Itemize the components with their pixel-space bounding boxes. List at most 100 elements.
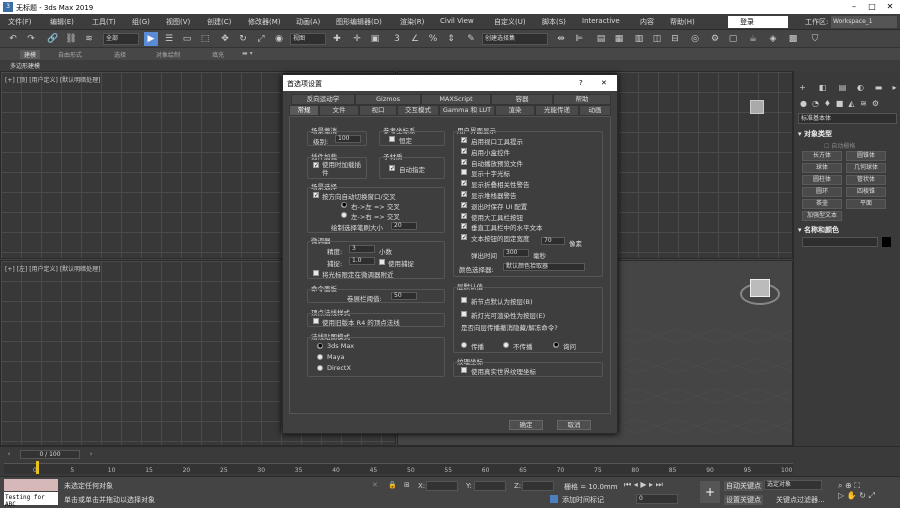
- close-icon[interactable]: ✕: [601, 79, 607, 87]
- open-explorer-icon[interactable]: ⛉: [808, 32, 822, 46]
- view-cube-icon[interactable]: [750, 279, 770, 297]
- set-key-button[interactable]: 设置关键点: [724, 495, 763, 505]
- right-left-radio[interactable]: ●: [341, 202, 347, 208]
- object-color-swatch[interactable]: [882, 237, 891, 247]
- pyramid-button[interactable]: 四棱锥: [846, 187, 886, 197]
- create-tab-icon[interactable]: +: [798, 83, 807, 92]
- ribbon-tab-selection[interactable]: 选择: [114, 50, 126, 59]
- menu-interactive[interactable]: Interactive: [582, 17, 620, 25]
- tab-radiosity[interactable]: 光能传递: [535, 105, 579, 116]
- ok-button[interactable]: 确定: [509, 420, 543, 430]
- named-selection-set[interactable]: 创建选择集: [482, 33, 548, 45]
- menu-file[interactable]: 文件(F): [8, 17, 32, 27]
- link-icon[interactable]: 🔗: [46, 32, 60, 46]
- ask-radio[interactable]: ●: [553, 342, 559, 348]
- transform-type-in-icon[interactable]: ⊞: [404, 481, 410, 489]
- login-dropdown[interactable]: 登录: [728, 16, 788, 28]
- tab-containers[interactable]: 容器: [491, 94, 553, 105]
- align-icon[interactable]: ⊫: [572, 32, 586, 46]
- ui-display-checkbox[interactable]: [461, 169, 467, 176]
- scale-icon[interactable]: ⤢: [254, 32, 268, 46]
- use-snap-checkbox[interactable]: [379, 259, 385, 265]
- dialog-title-bar[interactable]: 首选项设置: [283, 75, 617, 91]
- maximize-viewport-icon[interactable]: ⤢: [868, 491, 874, 500]
- menu-graph-editors[interactable]: 图形编辑器(D): [336, 17, 382, 27]
- geosphere-button[interactable]: 几何球体: [846, 163, 886, 173]
- new-lights-checkbox[interactable]: [461, 311, 467, 317]
- minimize-icon[interactable]: –: [846, 1, 862, 13]
- auto-assign-checkbox[interactable]: ✓: [389, 165, 395, 172]
- tab-gamma-lut[interactable]: Gamma 和 LUT: [439, 105, 495, 116]
- fixed-width-spinner[interactable]: 70: [541, 237, 565, 245]
- next-frame-icon[interactable]: ›: [86, 450, 96, 459]
- render-online-icon[interactable]: ▩: [786, 32, 800, 46]
- selection-region-icon[interactable]: ▭: [180, 32, 194, 46]
- textplus-button[interactable]: 加强型文本: [802, 211, 842, 221]
- select-object-icon[interactable]: ▶: [144, 32, 158, 46]
- mirror-icon[interactable]: ⇹: [554, 32, 568, 46]
- menu-create[interactable]: 创建(C): [207, 17, 231, 27]
- key-mode-select[interactable]: 选定对象: [764, 480, 822, 490]
- real-world-checkbox[interactable]: [461, 367, 467, 373]
- ui-display-checkbox[interactable]: ✓: [461, 191, 467, 198]
- ui-display-checkbox[interactable]: ✓: [461, 147, 467, 154]
- prev-frame-icon[interactable]: ‹: [4, 450, 14, 459]
- display-tab-icon[interactable]: ▬: [874, 83, 883, 92]
- no-propagate-radio[interactable]: [503, 342, 509, 348]
- ribbon-tab-freeform[interactable]: 自由形式: [58, 50, 82, 59]
- tab-rendering[interactable]: 渲染: [495, 105, 535, 116]
- rollout-threshold-spinner[interactable]: 50: [391, 292, 417, 300]
- lights-icon[interactable]: ♦: [823, 99, 832, 108]
- bump-3dsmax-radio[interactable]: ●: [317, 343, 323, 349]
- ui-display-checkbox[interactable]: ✓: [461, 201, 467, 208]
- tab-viewports[interactable]: 视口: [359, 105, 397, 116]
- menu-tools[interactable]: 工具(T): [92, 17, 116, 27]
- tab-animation[interactable]: 动画: [579, 105, 611, 116]
- object-name-input[interactable]: [802, 237, 878, 247]
- ribbon-tab-object-paint[interactable]: 对象绘制: [156, 50, 180, 59]
- tab-files[interactable]: 文件: [319, 105, 359, 116]
- goto-start-icon[interactable]: ⏮: [624, 480, 631, 489]
- polygon-modeling-bar[interactable]: 多边形建模: [0, 60, 900, 71]
- helpers-icon[interactable]: ◭: [847, 99, 856, 108]
- maxscript-input[interactable]: Testing for ABC: [4, 492, 58, 508]
- auto-key-button[interactable]: 自动关键点: [724, 481, 763, 491]
- name-color-rollout[interactable]: ▾ 名称和颜色: [798, 225, 897, 235]
- close-window-icon[interactable]: ✕: [882, 1, 898, 13]
- utilities-tab-icon[interactable]: ▸: [890, 83, 899, 92]
- tube-button[interactable]: 管状体: [846, 175, 886, 185]
- menu-animation[interactable]: 动画(A): [296, 17, 320, 27]
- time-slider[interactable]: 0 / 100: [20, 450, 80, 459]
- rotate-icon[interactable]: ↻: [236, 32, 250, 46]
- spinner-snap-icon[interactable]: ⇕: [444, 32, 458, 46]
- ribbon-tab-modeling[interactable]: 建模: [20, 50, 41, 59]
- bump-directx-radio[interactable]: [317, 365, 323, 371]
- flyout-time-spinner[interactable]: 300: [503, 249, 529, 257]
- zoom-extents-icon[interactable]: ⛶: [854, 481, 860, 490]
- undo-level-spinner[interactable]: 100: [335, 135, 361, 143]
- rendered-frame-window-icon[interactable]: ▢: [726, 32, 740, 46]
- window-crossing-icon[interactable]: ⬚: [198, 32, 212, 46]
- orbit-icon[interactable]: ↻: [859, 491, 866, 500]
- menu-scripting[interactable]: 脚本(S): [542, 17, 566, 27]
- ui-display-checkbox[interactable]: ✓: [461, 158, 467, 165]
- schematic-view-icon[interactable]: ⊟: [668, 32, 682, 46]
- menu-modifiers[interactable]: 修改器(M): [248, 17, 281, 27]
- ui-display-checkbox[interactable]: ✓: [461, 234, 467, 241]
- time-tag-icon[interactable]: [550, 495, 558, 503]
- add-time-tag-button[interactable]: 添加时间标记: [562, 495, 604, 505]
- sphere-button[interactable]: 球体: [802, 163, 842, 173]
- x-coord-input[interactable]: [426, 481, 458, 491]
- object-type-rollout[interactable]: ▾ 对象类型: [798, 129, 897, 139]
- tab-general[interactable]: 常规: [289, 105, 319, 116]
- ui-display-checkbox[interactable]: ✓: [461, 212, 467, 219]
- maxscript-listener-top[interactable]: [4, 479, 58, 491]
- unlink-icon[interactable]: ⛓: [64, 32, 78, 46]
- motion-tab-icon[interactable]: ◐: [856, 83, 865, 92]
- ribbon-tab-populate[interactable]: 填充: [212, 50, 224, 59]
- zoom-all-icon[interactable]: ⊕: [845, 481, 852, 490]
- pivot-center-icon[interactable]: ✚: [330, 32, 344, 46]
- menu-views[interactable]: 视图(V): [166, 17, 190, 27]
- maximize-icon[interactable]: □: [864, 1, 880, 13]
- ui-display-checkbox[interactable]: ✓: [461, 180, 467, 187]
